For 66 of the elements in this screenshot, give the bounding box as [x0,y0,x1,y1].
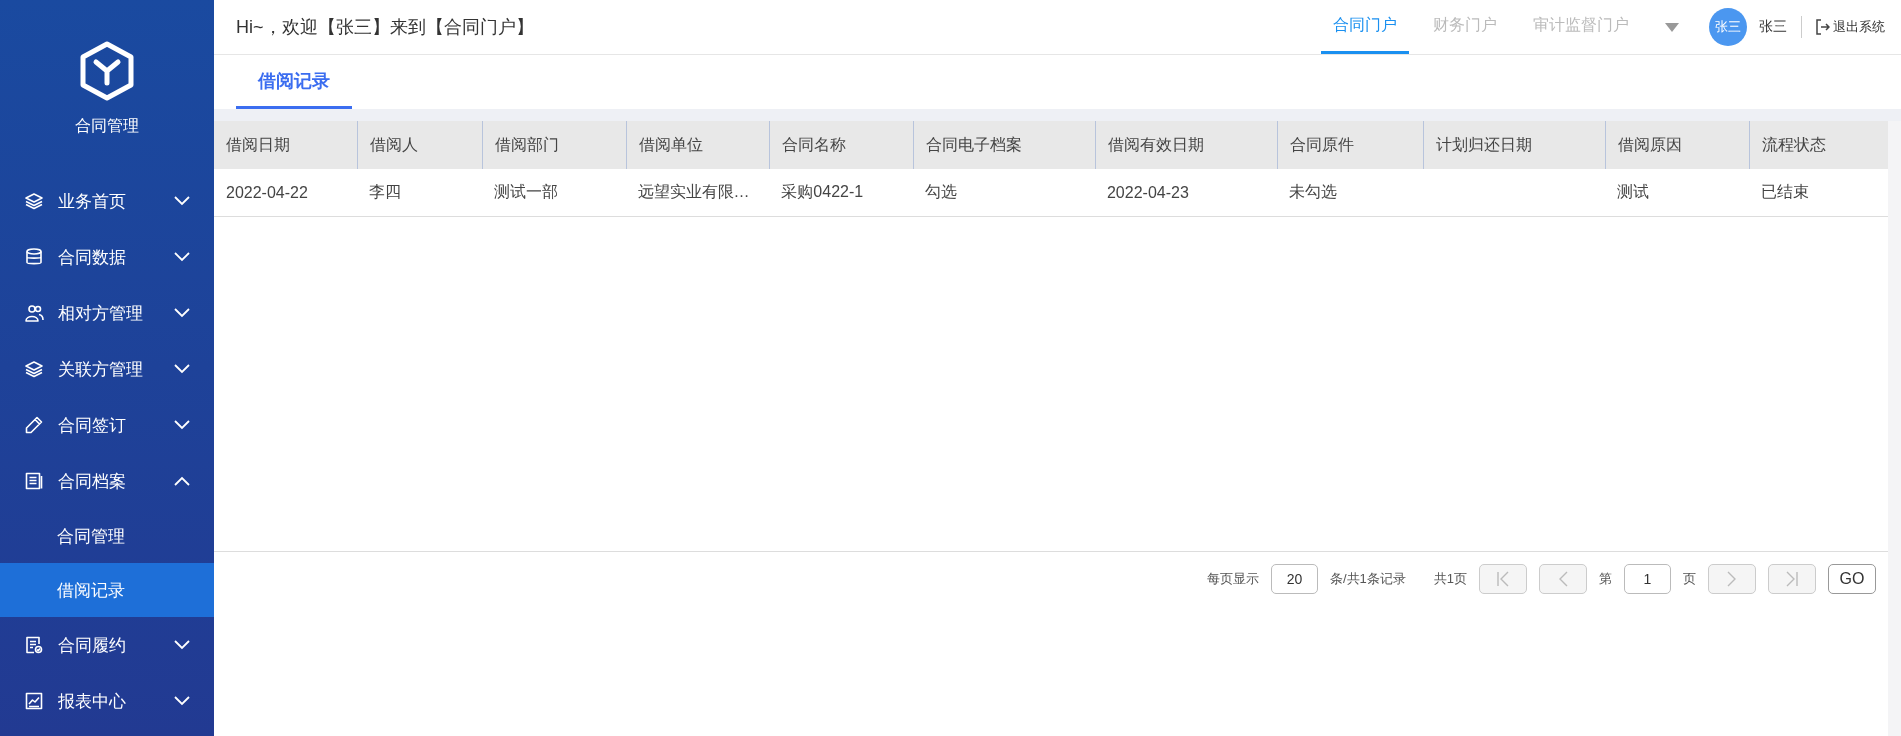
menu-item[interactable]: 相对方管理 [0,285,214,341]
table-cell-text: 测试 [1617,182,1650,202]
column-header: 借阅单位 [625,121,770,169]
first-page-icon [1497,571,1509,587]
column-header: 借阅原因 [1605,121,1750,169]
menu-item[interactable]: 合同数据 [0,229,214,285]
table-cell: 2022-04-22 [226,183,308,202]
table-cell-text: 未勾选 [1288,182,1337,202]
greeting-text: Hi~，欢迎【张三】来到【合同门户】 [236,16,535,39]
submenu-item[interactable]: 借阅记录 [0,563,214,617]
cube-logo-icon [79,40,135,102]
go-button[interactable]: GO [1828,564,1876,594]
menu-item[interactable]: 合同档案 [0,453,214,509]
chevron-left-icon [1558,571,1568,587]
menu-item[interactable]: 关联方管理 [0,341,214,397]
last-page-icon [1786,571,1798,587]
dropdown-caret-icon[interactable] [1665,22,1679,32]
page-size-label: 每页显示 [1206,570,1259,588]
page-count: 共1页 [1433,570,1467,588]
column-header: 借阅日期 [214,121,357,169]
chevron-down-icon [174,420,190,430]
chevron-up-icon [174,476,190,486]
submenu-item[interactable]: 合同管理 [0,509,214,563]
logout-icon [1816,19,1830,35]
chevron-down-icon [174,196,190,206]
table-cell-text: 勾选 [925,182,958,202]
table-cell-text: 远望实业有限… [637,182,750,202]
menu-item[interactable]: 合同履约 [0,617,214,673]
layers-icon [24,191,44,211]
column-header: 计划归还日期 [1422,121,1606,169]
column-header: 合同电子档案 [913,121,1095,169]
pencil-icon [24,415,44,435]
column-header: 流程状态 [1749,121,1888,169]
chevron-right-icon [1727,571,1737,587]
menu-item[interactable]: 业务首页 [0,173,214,229]
table-cell-text: 测试一部 [493,182,558,202]
page-suffix: 页 [1683,570,1696,588]
document-icon [24,471,44,491]
page-prefix: 第 [1599,570,1612,588]
record-count: 条/共1条记录 [1329,570,1406,588]
page-size-field[interactable]: 20 [1270,564,1318,594]
page-number-field[interactable]: 1 [1624,564,1671,594]
chevron-down-icon [174,640,190,650]
chart-icon [24,691,44,711]
table-cell: 2022-04-23 [1106,183,1189,202]
column-header: 借阅人 [356,121,482,169]
table-cell-text: 采购0422-1 [781,182,864,202]
column-header: 合同原件 [1276,121,1423,169]
chevron-down-icon [174,252,190,262]
user-name: 张三 [1759,18,1787,36]
chevron-down-icon [174,364,190,374]
chevron-down-icon [174,696,190,706]
app-title: 合同管理 [75,116,139,136]
column-header: 借阅有效日期 [1094,121,1277,169]
chevron-down-icon [174,308,190,318]
database-icon [24,247,44,267]
column-header: 合同名称 [769,121,914,169]
layers-icon [24,359,44,379]
users-icon [24,303,44,323]
checklist-icon [24,635,44,655]
table-cell-text: 已结束 [1761,182,1810,202]
column-header: 借阅部门 [481,121,626,169]
logout-link[interactable]: 退出系统 [1816,18,1885,36]
table-cell-text: 李四 [368,182,401,202]
menu-item[interactable]: 报表中心 [0,673,214,729]
menu-item[interactable]: 合同签订 [0,397,214,453]
